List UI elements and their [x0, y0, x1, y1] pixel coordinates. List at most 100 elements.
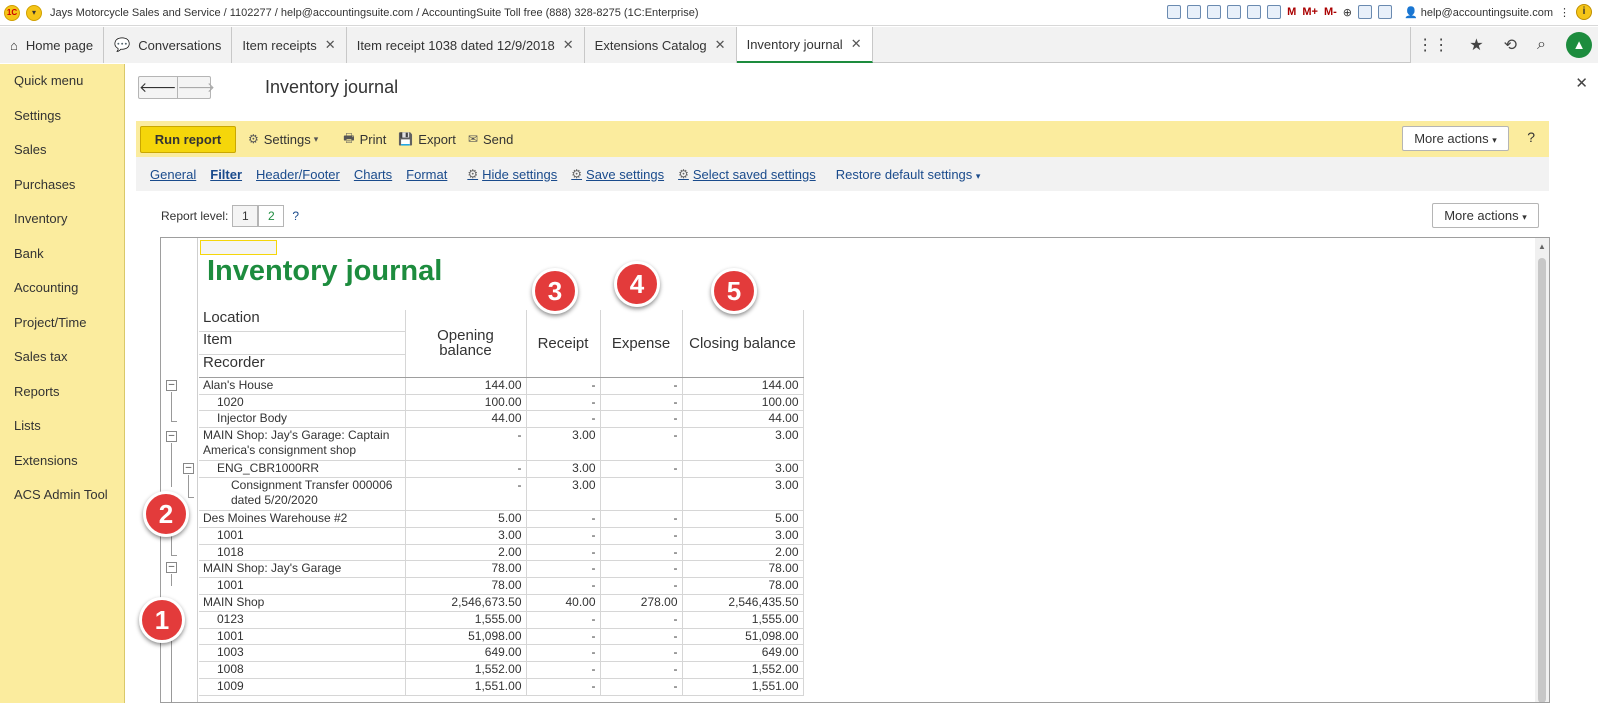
row-receipt-cell[interactable]: -	[526, 527, 601, 545]
row-receipt-cell[interactable]: -	[526, 628, 601, 646]
row-opening-cell[interactable]: 1,552.00	[405, 661, 527, 680]
settings-menu[interactable]: ⚙ Settings ▾	[248, 132, 323, 147]
scrollbar-thumb[interactable]	[1538, 258, 1546, 702]
app-logo-icon[interactable]: 1C	[4, 4, 20, 21]
collapse-group-icon[interactable]: –	[166, 431, 177, 442]
star-icon[interactable]: ★	[1469, 35, 1483, 55]
row-expense-cell[interactable]: -	[600, 628, 683, 646]
row-expense-cell[interactable]: -	[600, 527, 683, 545]
row-opening-cell[interactable]: -	[405, 427, 527, 462]
calendar-icon[interactable]	[1267, 5, 1282, 19]
search-icon[interactable]: ⌕	[1537, 36, 1546, 54]
row-opening-cell[interactable]: 1,555.00	[405, 611, 527, 629]
row-closing-cell[interactable]: 51,098.00	[682, 628, 804, 646]
row-name-cell[interactable]: 1001	[199, 527, 406, 545]
row-name-cell[interactable]: MAIN Shop	[199, 594, 406, 612]
row-expense-cell[interactable]: -	[600, 544, 683, 562]
row-name-cell[interactable]: 1018	[199, 544, 406, 562]
general-link[interactable]: General	[150, 167, 196, 182]
row-receipt-cell[interactable]: -	[526, 661, 601, 680]
row-expense-cell[interactable]: -	[600, 678, 683, 696]
row-name-cell[interactable]: ENG_CBR1000RR	[199, 460, 406, 479]
row-receipt-cell[interactable]: -	[526, 410, 601, 429]
row-name-cell[interactable]: 1001	[199, 577, 406, 596]
report-level-2-button[interactable]: 2	[258, 205, 285, 227]
hide-settings-link[interactable]: ⚙ Hide settings	[467, 167, 557, 182]
row-closing-cell[interactable]: 100.00	[682, 394, 804, 412]
sidebar-item-acs-admin-tool[interactable]: ACS Admin Tool	[0, 478, 124, 513]
row-name-cell[interactable]: 1003	[199, 644, 406, 663]
row-name-cell[interactable]: Injector Body	[199, 410, 406, 429]
row-closing-cell[interactable]: 144.00	[682, 377, 804, 395]
charts-link[interactable]: Charts	[354, 167, 392, 182]
row-name-cell[interactable]: MAIN Shop: Jay's Garage: Captain America…	[199, 427, 406, 462]
row-expense-cell[interactable]: -	[600, 377, 683, 395]
selected-cell[interactable]	[200, 240, 277, 255]
tab-conversations[interactable]: 💬 Conversations	[104, 27, 233, 63]
close-icon[interactable]: ✕	[563, 37, 574, 53]
close-icon[interactable]: ✕	[851, 36, 862, 52]
row-closing-cell[interactable]: 3.00	[682, 460, 804, 479]
row-opening-cell[interactable]: 44.00	[405, 410, 527, 429]
history-icon[interactable]: ⟲	[1504, 35, 1517, 55]
format-link[interactable]: Format	[406, 167, 447, 182]
scroll-up-icon[interactable]: ▲	[1538, 242, 1546, 251]
sidebar-item-extensions[interactable]: Extensions	[0, 444, 124, 479]
row-closing-cell[interactable]: 78.00	[682, 577, 804, 596]
row-closing-cell[interactable]: 3.00	[682, 527, 804, 545]
sidebar-item-lists[interactable]: Lists	[0, 409, 124, 444]
info-icon[interactable]: i	[1576, 4, 1592, 20]
row-closing-cell[interactable]: 3.00	[682, 477, 804, 512]
row-receipt-cell[interactable]: -	[526, 394, 601, 412]
row-receipt-cell[interactable]: -	[526, 544, 601, 562]
panel-icon[interactable]	[1357, 5, 1372, 19]
row-closing-cell[interactable]: 649.00	[682, 644, 804, 663]
tab-item-receipts[interactable]: Item receipts ✕	[232, 27, 347, 63]
row-opening-cell[interactable]: 78.00	[405, 560, 527, 579]
more-icon[interactable]: ⋮	[1559, 6, 1570, 19]
row-closing-cell[interactable]: 44.00	[682, 410, 804, 429]
row-name-cell[interactable]: 1001	[199, 628, 406, 646]
row-opening-cell[interactable]: 649.00	[405, 644, 527, 663]
row-name-cell[interactable]: Alan's House	[199, 377, 406, 395]
row-name-cell[interactable]: 1020	[199, 394, 406, 412]
row-opening-cell[interactable]: 100.00	[405, 394, 527, 412]
sidebar-item-accounting[interactable]: Accounting	[0, 271, 124, 306]
row-expense-cell[interactable]: -	[600, 577, 683, 596]
row-expense-cell[interactable]: -	[600, 644, 683, 663]
print-icon[interactable]	[1187, 5, 1202, 19]
row-closing-cell[interactable]: 2.00	[682, 544, 804, 562]
row-receipt-cell[interactable]: -	[526, 611, 601, 629]
close-icon[interactable]: ✕	[715, 37, 726, 53]
restore-default-settings-menu[interactable]: Restore default settings ▾	[836, 167, 981, 182]
apps-grid-icon[interactable]: ⋮⋮	[1417, 35, 1449, 55]
row-name-cell[interactable]: 1009	[199, 678, 406, 696]
row-expense-cell[interactable]: -	[600, 427, 683, 462]
row-opening-cell[interactable]: 51,098.00	[405, 628, 527, 646]
row-closing-cell[interactable]: 3.00	[682, 427, 804, 462]
row-receipt-cell[interactable]: -	[526, 644, 601, 663]
sidebar-item-sales-tax[interactable]: Sales tax	[0, 340, 124, 375]
collapse-group-icon[interactable]: –	[166, 380, 177, 391]
tab-item-receipt-1038[interactable]: Item receipt 1038 dated 12/9/2018 ✕	[346, 27, 585, 63]
send-button[interactable]: ✉ Send	[468, 132, 513, 147]
sidebar-item-inventory[interactable]: Inventory	[0, 202, 124, 237]
row-closing-cell[interactable]: 1,552.00	[682, 661, 804, 680]
row-expense-cell[interactable]: 278.00	[600, 594, 683, 612]
row-expense-cell[interactable]	[600, 477, 683, 512]
tab-inventory-journal[interactable]: Inventory journal ✕	[736, 27, 873, 63]
row-receipt-cell[interactable]: -	[526, 377, 601, 395]
row-expense-cell[interactable]: -	[600, 394, 683, 412]
tab-extensions-catalog[interactable]: Extensions Catalog ✕	[584, 27, 737, 63]
main-menu-icon[interactable]: ▾	[26, 4, 42, 21]
header-footer-link[interactable]: Header/Footer	[256, 167, 340, 182]
spreadsheet-icon[interactable]	[1247, 5, 1262, 19]
row-opening-cell[interactable]: 1,551.00	[405, 678, 527, 696]
collapse-group-icon[interactable]: –	[166, 562, 177, 573]
report-spreadsheet[interactable]: Inventory journal Location Item Recorder…	[160, 237, 1550, 703]
sidebar-item-reports[interactable]: Reports	[0, 375, 124, 410]
collapse-group-icon[interactable]: –	[183, 463, 194, 474]
row-expense-cell[interactable]: -	[600, 410, 683, 429]
help-button[interactable]: ?	[1527, 129, 1535, 145]
report-level-1-button[interactable]: 1	[232, 205, 259, 227]
